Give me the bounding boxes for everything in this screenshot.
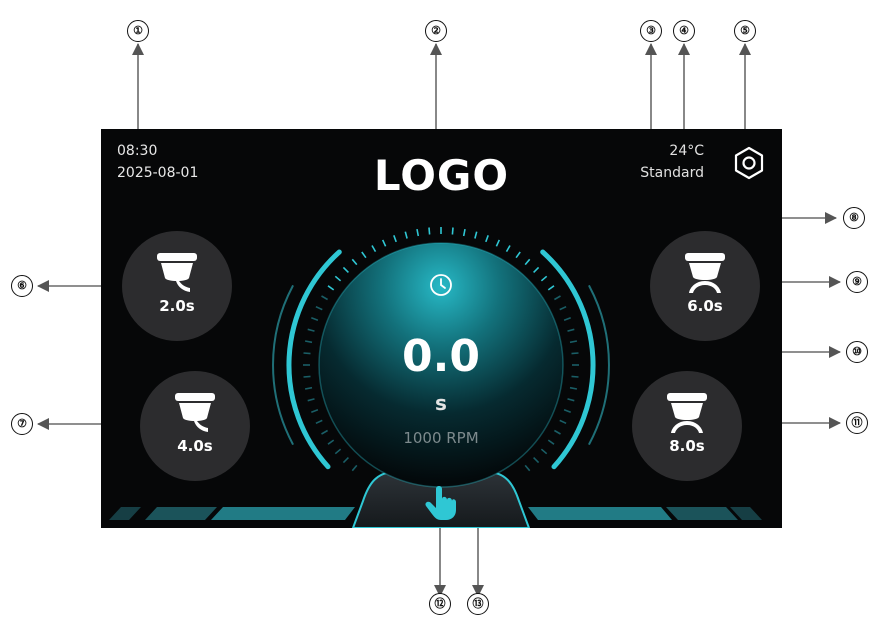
callout-12: ⑫ [429,593,451,615]
dial-tick [567,328,575,332]
dial-tick [559,305,567,311]
dial-tick [334,275,342,282]
double-cup-icon [667,393,707,433]
dial-tick [311,317,319,321]
dial-tick [371,245,377,252]
dial-tick [571,352,579,355]
dial-tick [547,285,555,291]
dial-tick [563,317,571,321]
dial-tick [342,457,349,464]
callout-13: ⑬ [467,593,489,615]
double-cup-icon [685,253,725,293]
manual-brew-button[interactable] [411,479,471,523]
dial-tick [334,448,342,455]
dial-tick [361,251,367,259]
dial-tick [351,258,358,266]
device-screen: 08:30 2025-08-01 LOGO 24°C Standard 2.0s… [101,129,782,528]
callout-3: ③ [640,20,662,42]
timer-unit: s [435,391,447,415]
preset-button-4s[interactable]: 4.0s [140,371,250,481]
dial-tick [304,340,313,344]
preset-button-6s[interactable]: 6.0s [650,231,760,341]
dial-tick [524,464,531,472]
dial-tick [321,295,328,301]
single-cup-icon [175,393,215,432]
dial-tick [505,245,511,252]
preset-time: 6.0s [687,297,723,315]
settings-button[interactable] [731,145,767,181]
dial-tick [381,239,387,247]
dial-tick [474,231,478,239]
callout-9: ⑨ [846,271,868,293]
dial-tick [559,419,567,425]
dial-tick [404,231,408,239]
dial-tick [485,235,489,243]
clock-icon [430,274,452,296]
dial-tick [304,386,313,390]
dial-tick [533,266,540,273]
dial-tick [327,439,335,445]
dial-tick [342,266,349,273]
dial-tick [563,409,571,413]
callout-2: ② [425,20,447,42]
dial-tick [351,464,358,472]
dial-tick [567,398,575,402]
callout-8: ⑧ [843,207,865,229]
preset-button-2s[interactable]: 2.0s [122,231,232,341]
preset-button-8s[interactable]: 8.0s [632,371,742,481]
dial-tick [416,228,420,237]
single-cup-icon [157,253,197,292]
dial-tick [540,448,548,455]
dial-tick [462,228,466,237]
preset-time: 8.0s [669,437,705,455]
dial-tick [303,352,311,355]
dial-tick [307,328,315,332]
dial-tick [495,239,501,247]
preset-time: 2.0s [159,297,195,315]
rpm-readout: 1000 RPM [403,429,479,447]
dial-tick [554,429,561,435]
dial-tick [533,457,540,464]
dial-tick [307,398,315,402]
mode-label: Standard [640,165,704,181]
callout-1: ① [127,20,149,42]
dial-tick [569,340,578,344]
settings-icon [734,146,764,180]
dial-tick [569,386,578,390]
dial-tick [451,227,454,235]
dial-tick [315,305,323,311]
dial-tick [554,295,561,301]
temperature-readout: 24°C [669,143,704,159]
dial-tick [315,419,323,425]
callout-11: ⑪ [846,412,868,434]
dial-tick [321,429,328,435]
callout-4: ④ [673,20,695,42]
dial-tick [393,235,397,243]
dial-tick [327,285,335,291]
dial-tick [303,375,311,378]
dial-tick [547,439,555,445]
callout-7: ⑦ [11,413,33,435]
callout-6: ⑥ [11,275,33,297]
preset-time: 4.0s [177,437,213,455]
timer-value: 0.0 [402,331,480,382]
dial-tick [311,409,319,413]
hand-pointer-icon [425,486,456,520]
callout-5: ⑤ [734,20,756,42]
dial-tick [524,258,531,266]
dial-tick [428,227,431,235]
dial-tick [540,275,548,282]
dial-tick [515,251,521,259]
callout-10: ⑩ [846,341,868,363]
dial-tick [571,375,579,378]
